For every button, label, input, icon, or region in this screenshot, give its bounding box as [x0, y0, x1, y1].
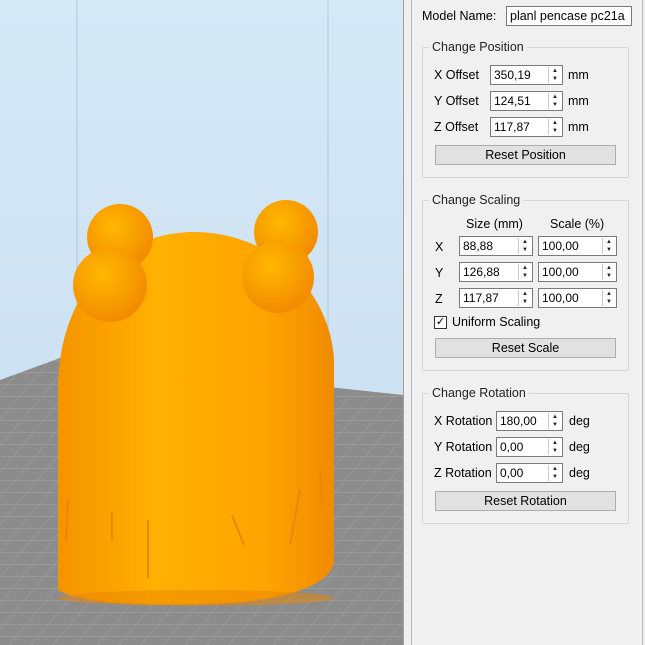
y-offset-unit: mm: [568, 94, 589, 108]
scale-header: Scale (%): [550, 217, 605, 231]
triangle-down-icon: ▼: [522, 299, 528, 305]
change-position-title: Change Position: [432, 40, 524, 54]
z-offset-unit: mm: [568, 120, 589, 134]
y-offset-label: Y Offset: [434, 94, 479, 108]
z-offset-label: Z Offset: [434, 120, 479, 134]
triangle-up-icon: ▲: [522, 291, 528, 297]
triangle-down-icon: ▼: [606, 273, 612, 279]
spin-arrows[interactable]: ▲ ▼: [602, 264, 615, 280]
triangle-up-icon: ▲: [522, 265, 528, 271]
model-name-label: Model Name:: [422, 9, 497, 23]
size-header: Size (mm): [466, 217, 523, 231]
y-rotation-label: Y Rotation: [434, 440, 493, 454]
y-rotation-spinbox[interactable]: 0,00 ▲ ▼: [496, 437, 563, 457]
spin-arrows[interactable]: ▲ ▼: [548, 67, 561, 83]
reset-rotation-button[interactable]: Reset Rotation: [435, 491, 616, 511]
spin-arrows[interactable]: ▲ ▼: [602, 238, 615, 254]
triangle-up-icon: ▲: [552, 466, 558, 472]
spin-arrows[interactable]: ▲ ▼: [518, 264, 531, 280]
spin-arrows[interactable]: ▲ ▼: [518, 290, 531, 306]
change-scaling-title: Change Scaling: [432, 193, 521, 207]
size-z-spinbox[interactable]: 117,87 ▲ ▼: [459, 288, 533, 308]
panel-divider: [411, 0, 412, 645]
triangle-down-icon: ▼: [552, 102, 558, 108]
check-mark-icon: ✓: [435, 316, 446, 328]
triangle-up-icon: ▲: [606, 239, 612, 245]
model-name-input[interactable]: planl pencase pc21a: [506, 6, 632, 26]
x-rotation-unit: deg: [569, 414, 590, 428]
triangle-up-icon: ▲: [552, 68, 558, 74]
spin-arrows[interactable]: ▲ ▼: [548, 439, 561, 455]
triangle-down-icon: ▼: [552, 128, 558, 134]
x-rotation-spinbox[interactable]: 180,00 ▲ ▼: [496, 411, 563, 431]
reset-position-button[interactable]: Reset Position: [435, 145, 616, 165]
panel-divider: [642, 0, 643, 645]
triangle-down-icon: ▼: [552, 448, 558, 454]
x-offset-unit: mm: [568, 68, 589, 82]
triangle-up-icon: ▲: [606, 291, 612, 297]
size-x-spinbox[interactable]: 88,88 ▲ ▼: [459, 236, 533, 256]
triangle-up-icon: ▲: [552, 120, 558, 126]
x-offset-spinbox[interactable]: 350,19 ▲ ▼: [490, 65, 563, 85]
viewport-canvas[interactable]: [0, 0, 403, 645]
x-offset-label: X Offset: [434, 68, 479, 82]
triangle-up-icon: ▲: [552, 414, 558, 420]
y-offset-spinbox[interactable]: 124,51 ▲ ▼: [490, 91, 563, 111]
z-rotation-spinbox[interactable]: 0,00 ▲ ▼: [496, 463, 563, 483]
scale-z-spinbox[interactable]: 100,00 ▲ ▼: [538, 288, 617, 308]
x-rotation-label: X Rotation: [434, 414, 493, 428]
uniform-scaling-label: Uniform Scaling: [452, 315, 541, 329]
size-y-spinbox[interactable]: 126,88 ▲ ▼: [459, 262, 533, 282]
change-rotation-title: Change Rotation: [432, 386, 526, 400]
triangle-down-icon: ▼: [552, 76, 558, 82]
scale-axis-x-label: X: [435, 240, 444, 254]
triangle-down-icon: ▼: [552, 474, 558, 480]
triangle-down-icon: ▼: [606, 247, 612, 253]
scale-y-spinbox[interactable]: 100,00 ▲ ▼: [538, 262, 617, 282]
spin-arrows[interactable]: ▲ ▼: [548, 119, 561, 135]
3d-viewport[interactable]: [0, 0, 403, 645]
triangle-down-icon: ▼: [552, 422, 558, 428]
spin-arrows[interactable]: ▲ ▼: [602, 290, 615, 306]
triangle-down-icon: ▼: [522, 273, 528, 279]
triangle-up-icon: ▲: [552, 94, 558, 100]
triangle-up-icon: ▲: [522, 239, 528, 245]
object-properties-panel: Model Name: planl pencase pc21a Change P…: [403, 0, 645, 645]
uniform-scaling-checkbox[interactable]: ✓: [434, 316, 447, 329]
scale-x-spinbox[interactable]: 100,00 ▲ ▼: [538, 236, 617, 256]
triangle-up-icon: ▲: [552, 440, 558, 446]
z-offset-spinbox[interactable]: 117,87 ▲ ▼: [490, 117, 563, 137]
scale-axis-z-label: Z: [435, 292, 443, 306]
triangle-up-icon: ▲: [606, 265, 612, 271]
spin-arrows[interactable]: ▲ ▼: [518, 238, 531, 254]
spin-arrows[interactable]: ▲ ▼: [548, 465, 561, 481]
y-rotation-unit: deg: [569, 440, 590, 454]
model-name-row: Model Name: planl pencase pc21a: [422, 6, 632, 26]
scale-axis-y-label: Y: [435, 266, 444, 280]
spin-arrows[interactable]: ▲ ▼: [548, 413, 561, 429]
spin-arrows[interactable]: ▲ ▼: [548, 93, 561, 109]
triangle-down-icon: ▼: [522, 247, 528, 253]
pencase-model: [58, 200, 334, 606]
z-rotation-label: Z Rotation: [434, 466, 492, 480]
triangle-down-icon: ▼: [606, 299, 612, 305]
z-rotation-unit: deg: [569, 466, 590, 480]
reset-scale-button[interactable]: Reset Scale: [435, 338, 616, 358]
